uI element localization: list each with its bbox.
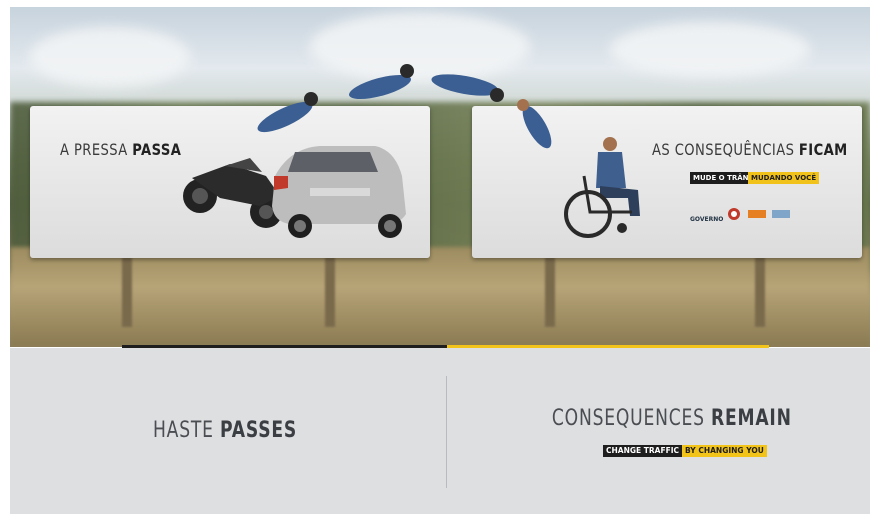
cloud [30, 27, 190, 87]
billboard-photo: A PRESSA PASSA AS CONSEQUÊNCIAS FICAM MU… [10, 7, 870, 347]
slogan: CHANGE TRAFFIC BY CHANGING YOU [603, 445, 767, 457]
cloud [610, 22, 810, 77]
caption-consequences-remain: CONSEQUENCES REMAIN [551, 406, 792, 431]
translation-panel [10, 348, 870, 514]
ground [10, 247, 870, 347]
slogan-change-traffic: CHANGE TRAFFIC [603, 445, 682, 457]
slogan-by-changing-you: BY CHANGING YOU [682, 445, 767, 457]
billboard-left-heading: A PRESSA PASSA [60, 140, 182, 159]
caption-haste-passes: HASTE PASSES [152, 418, 297, 443]
billboard-post [545, 257, 555, 327]
flying-rider-figures [257, 64, 552, 149]
tag-mudando-voce: MUDANDO VOCÊ [748, 172, 820, 184]
billboard-post [122, 257, 132, 327]
billboard-right-heading: AS CONSEQUÊNCIAS FICAM [652, 140, 848, 159]
panel-divider [446, 376, 447, 488]
partner-logos [728, 208, 790, 220]
governo-logo: GOVERNO [690, 216, 724, 223]
billboard-post [755, 257, 765, 327]
billboard-post [325, 257, 335, 327]
